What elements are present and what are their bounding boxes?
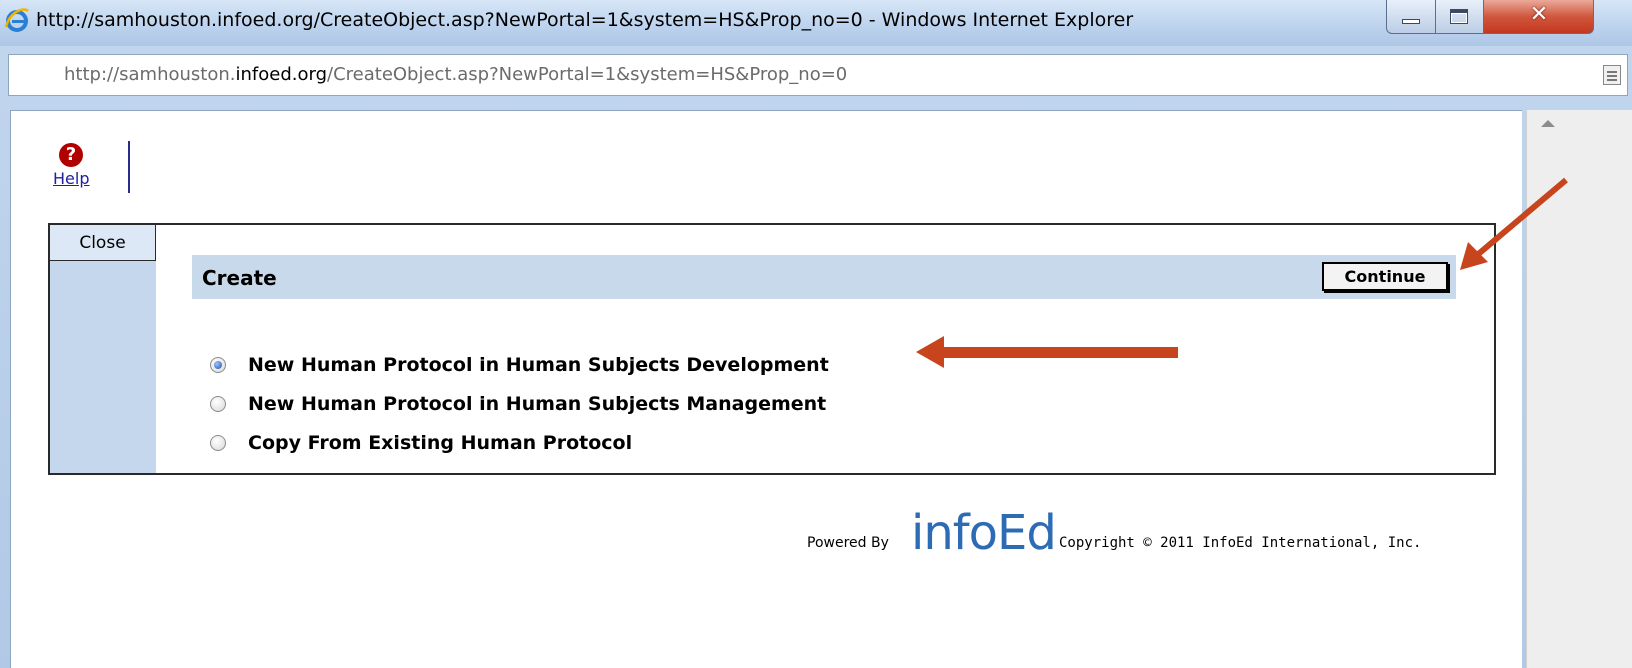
page-title: Create [202,266,277,290]
question-mark-icon[interactable]: ? [59,143,83,167]
toolbar-divider [128,141,130,193]
copyright-text: Copyright © 2011 InfoEd International, I… [1059,535,1422,551]
close-icon: ✕ [1529,2,1549,27]
infoed-logo: infoEd [911,505,1057,561]
maximize-button[interactable] [1436,0,1484,34]
create-header: Create Continue [192,255,1456,299]
page-viewport: ? Help Close Create Continue New Human P… [10,110,1522,668]
url-prefix: http://samhouston. [64,64,236,85]
help[interactable]: ? Help [53,143,97,193]
maximize-icon [1450,9,1468,24]
page-icon[interactable] [1603,65,1621,85]
vertical-scrollbar[interactable] [1526,110,1632,668]
address-url: http://samhouston.infoed.org/CreateObjec… [64,64,847,85]
create-panel: Close Create Continue New Human Protocol… [48,223,1496,475]
radio-management[interactable] [210,395,226,412]
radio-copy-existing[interactable] [210,434,226,451]
radio-development[interactable] [210,356,226,373]
url-path: /CreateObject.asp?NewPortal=1&system=HS&… [327,64,848,85]
continue-button[interactable]: Continue [1322,262,1448,291]
window-title: http://samhouston.infoed.org/CreateObjec… [36,9,1134,31]
minimize-button[interactable] [1386,0,1436,34]
browser-window: http://samhouston.infoed.org/CreateObjec… [0,0,1632,668]
powered-by-text: Powered By [807,535,889,551]
option-label[interactable]: New Human Protocol in Human Subjects Dev… [248,354,829,376]
window-close-button[interactable]: ✕ [1484,0,1594,34]
scroll-up-arrow-icon[interactable] [1541,120,1555,127]
create-options: New Human Protocol in Human Subjects Dev… [210,345,829,462]
title-bar: http://samhouston.infoed.org/CreateObjec… [0,0,1632,46]
close-tab[interactable]: Close [50,225,156,261]
ie-logo-icon [4,8,29,32]
minimize-icon [1402,19,1420,24]
window-controls: ✕ [1386,0,1594,36]
option-label[interactable]: Copy From Existing Human Protocol [248,432,632,454]
option-development[interactable]: New Human Protocol in Human Subjects Dev… [210,345,829,384]
left-nav: Close [50,225,156,473]
option-copy-existing[interactable]: Copy From Existing Human Protocol [210,423,829,462]
option-label[interactable]: New Human Protocol in Human Subjects Man… [248,393,826,415]
address-bar[interactable]: http://samhouston.infoed.org/CreateObjec… [8,54,1628,96]
url-domain: infoed.org [235,64,328,85]
help-link[interactable]: Help [53,169,89,188]
option-management[interactable]: New Human Protocol in Human Subjects Man… [210,384,829,423]
